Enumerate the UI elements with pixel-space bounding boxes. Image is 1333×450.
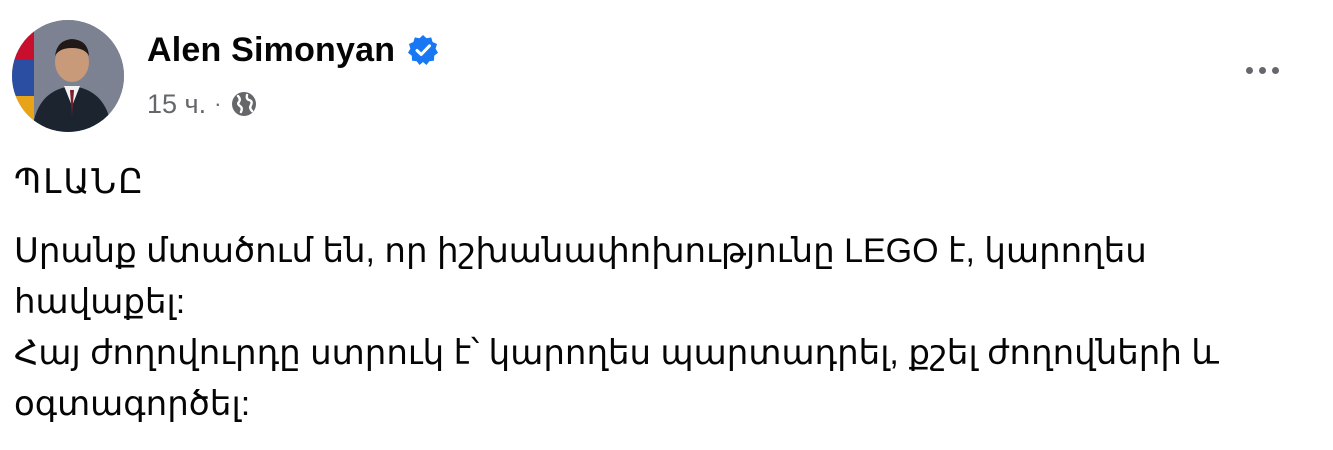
- facebook-post: Alen Simonyan 15 ч. · ՊԼԱՆԸ Սրանք մտածու…: [0, 0, 1333, 450]
- more-dot-icon: [1271, 66, 1279, 74]
- meta-separator: ·: [214, 91, 222, 116]
- avatar[interactable]: [12, 20, 124, 132]
- more-options-button[interactable]: [1236, 52, 1288, 88]
- more-dot-icon: [1245, 66, 1253, 74]
- post-timestamp[interactable]: 15 ч.: [147, 88, 206, 120]
- globe-icon[interactable]: [229, 89, 259, 119]
- post-author: Alen Simonyan: [147, 30, 439, 70]
- verified-badge-icon: [407, 34, 439, 66]
- profile-photo: [12, 20, 124, 132]
- post-body: ՊԼԱՆԸ Սրանք մտածում են, որ իշխանափոխությ…: [14, 160, 1314, 430]
- post-text-line: օգտագործել:: [14, 385, 251, 423]
- more-dot-icon: [1258, 66, 1266, 74]
- post-text-line: Սրանք մտածում են, որ իշխանափոխությունը L…: [14, 232, 1147, 270]
- post-text-line: հավաքել:: [14, 283, 186, 321]
- post-text: Սրանք մտածում են, որ իշխանափոխությունը L…: [14, 226, 1314, 430]
- post-meta: 15 ч. ·: [147, 88, 259, 120]
- author-name-link[interactable]: Alen Simonyan: [147, 30, 395, 70]
- post-heading: ՊԼԱՆԸ: [14, 163, 146, 201]
- post-text-line: Հայ ժողովուրդը ստրուկ է՝ կարողես պարտադր…: [14, 334, 1219, 372]
